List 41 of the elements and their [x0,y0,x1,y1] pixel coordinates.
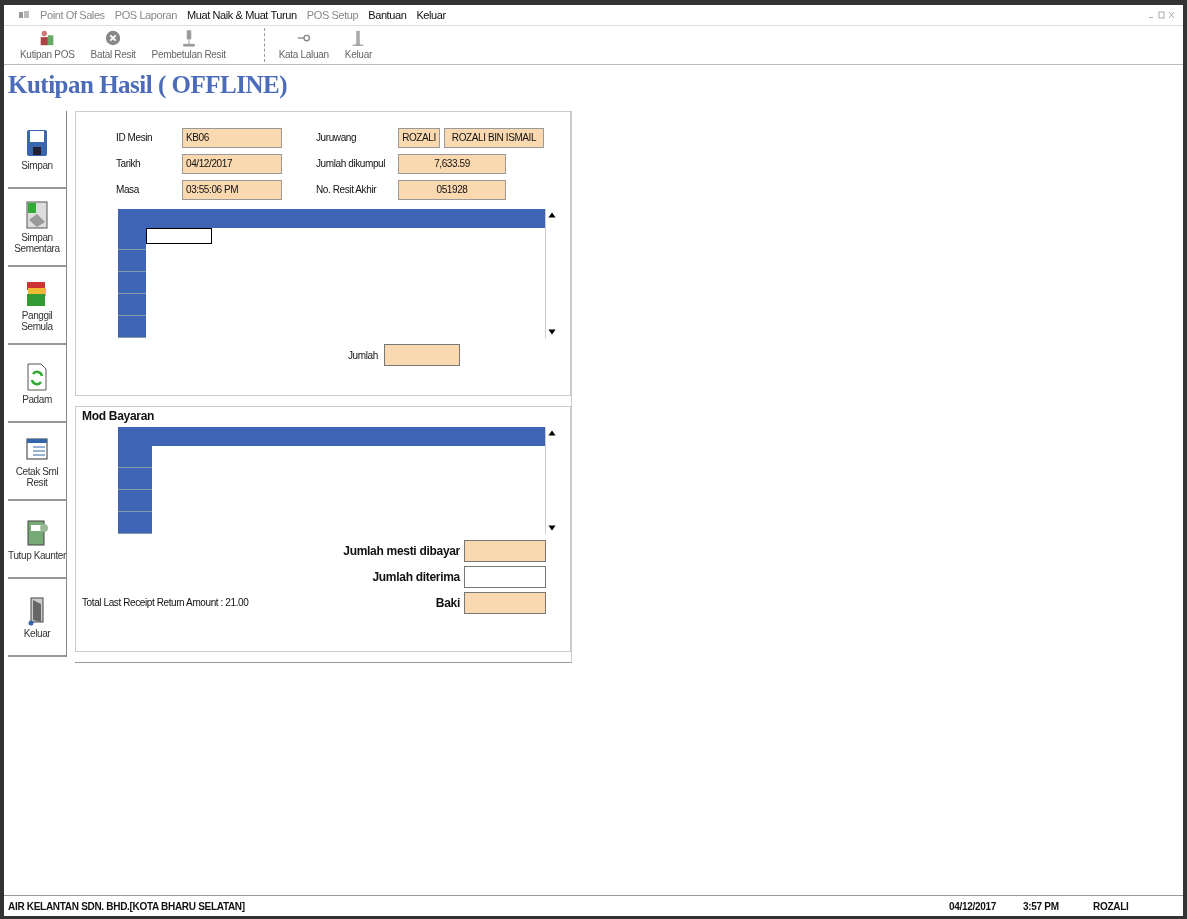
field-label: Jumlah dikumpul [316,158,387,169]
field-label: No. Resit Akhir [316,184,378,195]
register-icon [25,517,49,548]
menu-item[interactable]: Keluar [416,9,446,21]
status-time: 3:57 PM [1023,900,1060,912]
toolbar-button[interactable]: Batal Resit [82,29,144,64]
cancel-icon [104,29,123,47]
floppy-icon [25,127,49,158]
readonly-field: KB06 [182,127,282,148]
toolbar-button[interactable]: Kata Laluan [270,29,337,64]
menu-item[interactable]: Bantuan [368,9,407,21]
section-title: Mod Bayaran [81,408,156,423]
field-label: Masa [116,184,141,195]
menu-item[interactable]: Muat Naik & Muat Turun [187,9,297,21]
field-label: ID Mesin [116,132,154,143]
app-icon [18,10,30,20]
readonly-field: 7,633.59 [398,153,506,174]
field-label: Juruwang [316,132,358,143]
field-label: Jumlah [348,349,378,361]
readonly-field: 03:55:06 PM [182,179,282,200]
field-label: Jumlah diterima [372,570,460,584]
company-name: AIR KELANTAN SDN. BHD.[KOTA BHARU SELATAN] [8,900,246,912]
field-label: Jumlah mesti dibayar [343,544,460,558]
payment-grid[interactable] [118,427,545,534]
field-label: Baki [435,596,460,610]
toolbar-button[interactable]: Keluar [336,29,380,64]
readonly-field: ROZALI [398,127,440,148]
recycle-document-icon [25,361,49,392]
toolbar-button[interactable]: Kutipan POS [12,29,83,64]
page-title: Kutipan Hasil ( OFFLINE) [8,71,287,99]
readonly-field: 051928 [398,179,506,200]
items-grid[interactable] [118,209,545,338]
status-date: 04/12/2017 [949,900,998,912]
input-field[interactable] [464,566,546,588]
readonly-field: ROZALI BIN ISMAIL [444,127,544,148]
status-user: ROZALI [1093,900,1130,912]
field-label: Tarikh [116,158,142,169]
map-icon [25,200,49,230]
readonly-field: 04/12/2017 [182,153,282,174]
toolbar-button[interactable]: Pembetulan Resit [143,29,234,64]
return-amount-note: Total Last Receipt Return Amount : 21.00 [82,597,249,610]
